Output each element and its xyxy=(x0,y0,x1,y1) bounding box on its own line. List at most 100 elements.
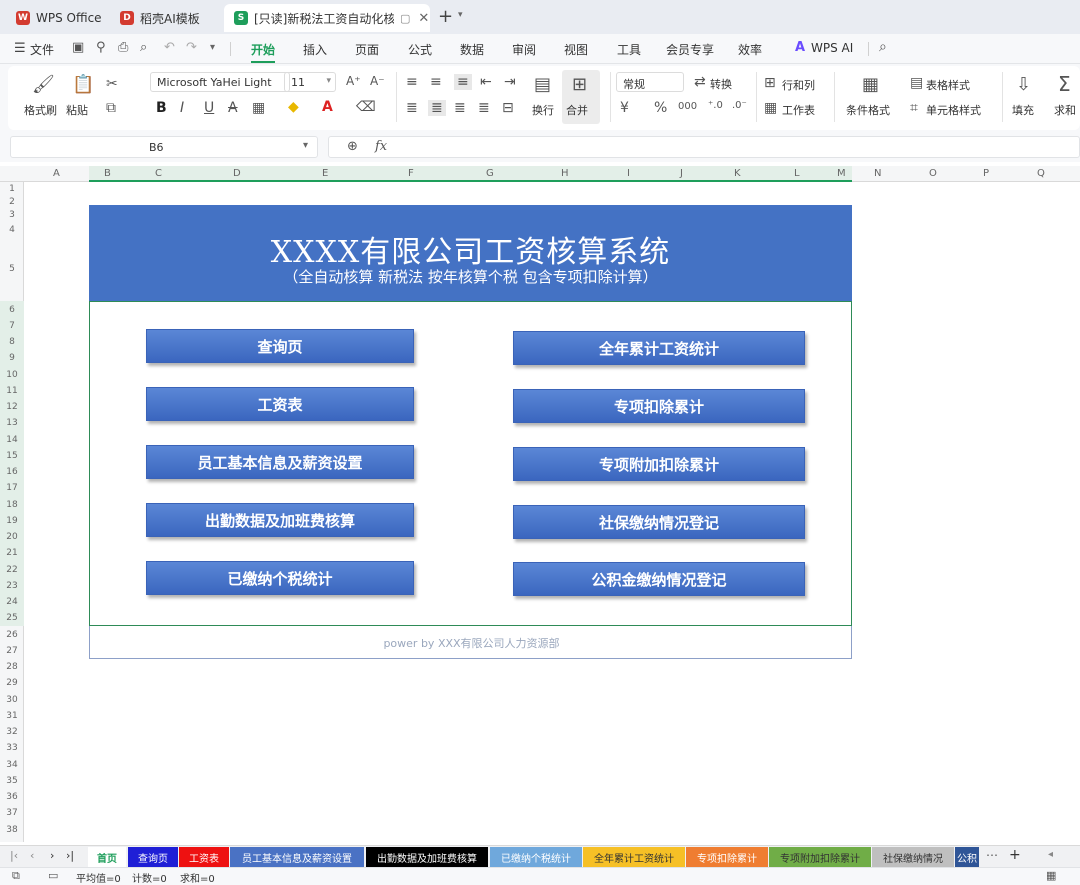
row-header[interactable]: 23 xyxy=(0,581,24,591)
nav-button-housing-fund[interactable]: 公积金缴纳情况登记 xyxy=(513,562,805,596)
italic-button[interactable]: I xyxy=(180,100,184,116)
chevron-down-icon[interactable]: ▾ xyxy=(458,10,463,20)
fill-color-icon[interactable]: ◆ xyxy=(288,99,299,115)
sheet-tab[interactable]: 首页 xyxy=(88,847,126,867)
new-tab-button[interactable]: + xyxy=(438,6,453,27)
last-sheet-icon[interactable]: ›| xyxy=(66,849,74,862)
font-name-select[interactable]: Microsoft YaHei Light xyxy=(150,72,290,92)
menu-member[interactable]: 会员专享 xyxy=(666,41,714,58)
align-left-icon[interactable]: ≣ xyxy=(406,100,418,116)
column-header[interactable]: H xyxy=(561,168,569,179)
row-header[interactable]: 27 xyxy=(0,646,24,656)
hamburger-icon[interactable]: ☰ xyxy=(14,41,26,56)
menu-formula[interactable]: 公式 xyxy=(408,41,432,58)
row-header[interactable]: 33 xyxy=(0,743,24,753)
row-header[interactable]: 31 xyxy=(0,711,24,721)
align-bottom-icon[interactable]: ≡ xyxy=(454,74,472,90)
align-center-icon[interactable]: ≣ xyxy=(428,100,446,116)
decimal-increase-icon[interactable]: ⁺.0 xyxy=(708,100,723,111)
screen-icon[interactable]: ▢ xyxy=(400,12,410,25)
first-sheet-icon[interactable]: |‹ xyxy=(10,849,18,862)
font-increase-icon[interactable]: A⁺ xyxy=(346,74,361,88)
row-header[interactable]: 5 xyxy=(0,264,24,274)
indent-decrease-icon[interactable]: ⇤ xyxy=(480,74,492,90)
font-color-icon[interactable]: A xyxy=(322,99,333,115)
rows-cols-button[interactable]: 行和列 xyxy=(782,77,815,93)
menu-insert[interactable]: 插入 xyxy=(303,41,327,58)
column-header[interactable]: I xyxy=(627,168,630,179)
row-header[interactable]: 10 xyxy=(0,370,24,380)
row-header[interactable]: 17 xyxy=(0,483,24,493)
nav-button-attendance[interactable]: 出勤数据及加班费核算 xyxy=(146,503,414,537)
wrap-text-button[interactable]: 换行 xyxy=(532,102,554,118)
fill-button[interactable]: 填充 xyxy=(1012,102,1034,118)
row-header[interactable]: 13 xyxy=(0,418,24,428)
search-icon[interactable]: ⌕ xyxy=(879,39,887,55)
row-header[interactable]: 14 xyxy=(0,435,24,445)
name-box[interactable]: B6 ▾ xyxy=(10,136,318,158)
row-header[interactable]: 19 xyxy=(0,516,24,526)
nav-button-annual-salary[interactable]: 全年累计工资统计 xyxy=(513,331,805,365)
menu-home[interactable]: 开始 xyxy=(251,41,275,58)
menu-file[interactable]: 文件 xyxy=(30,41,54,58)
nav-button-employee-info[interactable]: 员工基本信息及薪资设置 xyxy=(146,445,414,479)
row-header[interactable]: 37 xyxy=(0,808,24,818)
row-header[interactable]: 32 xyxy=(0,727,24,737)
row-header[interactable]: 24 xyxy=(0,597,24,607)
column-header[interactable]: M xyxy=(837,168,846,179)
row-header[interactable]: 30 xyxy=(0,695,24,705)
column-header[interactable]: A xyxy=(53,168,60,179)
next-sheet-icon[interactable]: › xyxy=(50,849,54,862)
sheet-tab[interactable]: 已缴纳个税统计 xyxy=(490,847,582,867)
sheet-tab[interactable]: 查询页 xyxy=(128,847,178,867)
fx-icon[interactable]: fx xyxy=(375,139,387,154)
strikethrough-button[interactable]: A xyxy=(228,100,238,116)
sheet-tab[interactable]: 工资表 xyxy=(179,847,229,867)
underline-button[interactable]: U xyxy=(204,100,214,116)
row-header[interactable]: 9 xyxy=(0,353,24,363)
menu-efficiency[interactable]: 效率 xyxy=(738,41,762,58)
format-painter-button[interactable]: 格式刷 xyxy=(24,102,57,118)
column-header[interactable]: N xyxy=(874,168,881,179)
save-icon[interactable]: ▣ xyxy=(72,40,84,55)
share-icon[interactable]: ⚲ xyxy=(96,40,106,55)
convert-button[interactable]: 转换 xyxy=(710,76,732,92)
sheet-tab[interactable]: 专项附加扣除累计 xyxy=(769,847,871,867)
row-header[interactable]: 3 xyxy=(0,210,24,220)
row-header[interactable]: 34 xyxy=(0,760,24,770)
sheet-tab[interactable]: 员工基本信息及薪资设置 xyxy=(230,847,364,867)
copy-icon[interactable]: ⧉ xyxy=(106,100,116,116)
percent-button[interactable]: % xyxy=(654,100,667,116)
eraser-icon[interactable]: ⌫ xyxy=(356,99,376,115)
row-header[interactable]: 26 xyxy=(0,630,24,640)
sheet-tab[interactable]: 全年累计工资统计 xyxy=(583,847,685,867)
sheet-tab[interactable]: 公积 xyxy=(955,847,979,867)
sum-button[interactable]: 求和 xyxy=(1054,102,1076,118)
nav-button-additional-deduction[interactable]: 专项附加扣除累计 xyxy=(513,447,805,481)
row-header[interactable]: 25 xyxy=(0,613,24,623)
align-middle-icon[interactable]: ≡ xyxy=(430,74,442,90)
tab-active-document[interactable]: S [只读]新税法工资自动化核算 ▢ ✕ xyxy=(224,4,430,32)
column-header[interactable]: P xyxy=(983,168,989,179)
normal-view-icon[interactable]: ▦ xyxy=(1046,869,1056,882)
column-header[interactable]: D xyxy=(233,168,241,179)
sheet-tab[interactable]: 社保缴纳情况 xyxy=(872,847,954,867)
column-header[interactable]: O xyxy=(929,168,937,179)
menu-view[interactable]: 视图 xyxy=(564,41,588,58)
column-header[interactable]: G xyxy=(486,168,494,179)
column-header[interactable]: K xyxy=(734,168,741,179)
column-header[interactable]: J xyxy=(680,168,683,179)
menu-wps-ai[interactable]: WPS AI xyxy=(811,41,853,55)
column-header[interactable]: B xyxy=(104,168,111,179)
row-header[interactable]: 4 xyxy=(0,225,24,235)
font-decrease-icon[interactable]: A⁻ xyxy=(370,74,385,88)
row-header[interactable]: 6 xyxy=(0,305,24,315)
row-header[interactable]: 16 xyxy=(0,467,24,477)
table-style-button[interactable]: 表格样式 xyxy=(926,77,970,93)
row-header[interactable]: 35 xyxy=(0,776,24,786)
border-icon[interactable]: ▦ xyxy=(252,100,265,116)
row-header[interactable]: 7 xyxy=(0,321,24,331)
worksheet-button[interactable]: 工作表 xyxy=(782,102,815,118)
row-header[interactable]: 2 xyxy=(0,197,24,207)
bold-button[interactable]: B xyxy=(156,100,167,116)
